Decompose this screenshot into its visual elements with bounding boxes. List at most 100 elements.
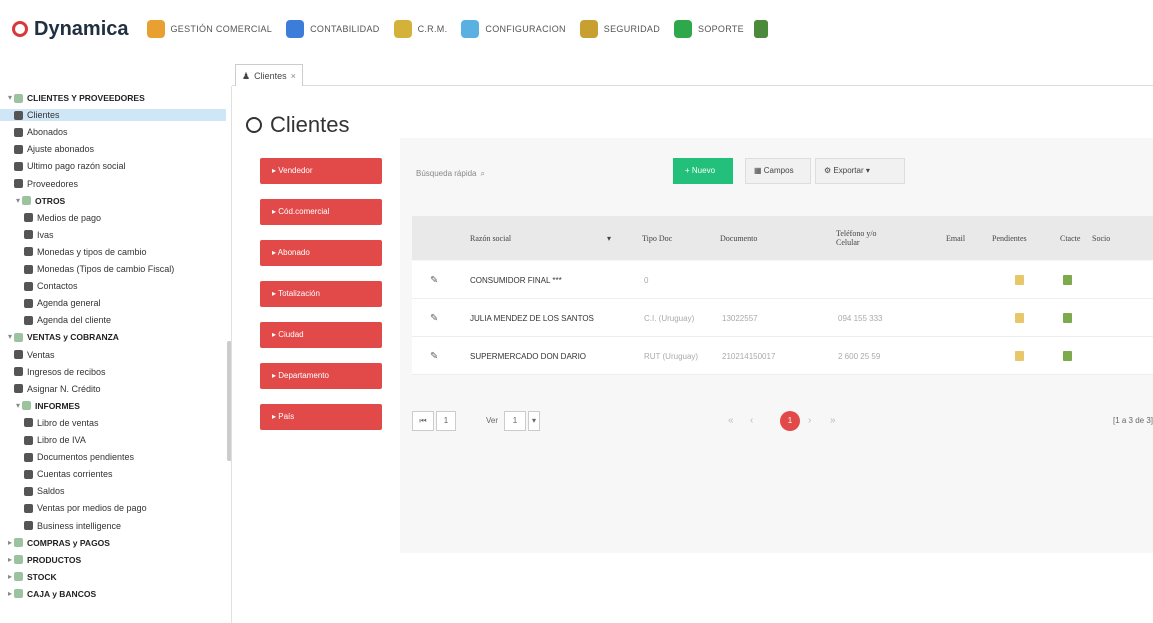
report-icon (24, 435, 33, 445)
column-header[interactable]: Teléfono y/o Celular (836, 216, 896, 260)
filter-button[interactable]: ▸ Departamento (260, 363, 382, 389)
sidebar-item[interactable]: Ultimo pago razón social (0, 160, 126, 172)
sidebar-item[interactable]: Ventas (0, 349, 55, 361)
filter-button[interactable]: ▸ Abonado (260, 240, 382, 266)
folder-icon[interactable] (1015, 313, 1024, 323)
column-header[interactable]: Ctacte (1060, 216, 1080, 260)
sidebar-item[interactable]: Agenda general (0, 297, 101, 309)
expand-caret-icon[interactable]: ▾ (14, 195, 22, 207)
nav-item-0[interactable]: GESTIÓN COMERCIAL (146, 20, 273, 38)
page-size-dropdown[interactable]: ▾ (528, 411, 540, 431)
sidebar-item[interactable]: ▸ CAJA y BANCOS (0, 588, 96, 600)
nav-item-3[interactable]: CONFIGURACION (461, 20, 565, 38)
expand-caret-icon[interactable]: ▸ (6, 554, 14, 566)
nav-item-1[interactable]: CONTABILIDAD (286, 20, 379, 38)
filter-button[interactable]: ▸ Totalización (260, 281, 382, 307)
sidebar-item[interactable]: Abonados (0, 126, 68, 138)
sidebar-item[interactable]: Clientes (0, 109, 226, 122)
edit-icon[interactable]: ✎ (430, 261, 438, 299)
sort-icon[interactable]: ▾ (607, 216, 611, 260)
sidebar-item[interactable]: ▾ VENTAS y COBRANZA (0, 331, 119, 343)
column-header[interactable]: Pendientes (992, 216, 1027, 260)
sidebar-item[interactable]: Ingresos de recibos (0, 366, 106, 378)
tab-clientes[interactable]: ♟ Clientes × (235, 64, 303, 86)
expand-caret-icon[interactable]: ▸ (6, 537, 14, 549)
pager-first-button[interactable]: ⏮ (412, 411, 434, 431)
edit-icon[interactable]: ✎ (430, 299, 438, 337)
sidebar-item[interactable]: Ventas por medios de pago (0, 502, 147, 514)
nav-item-5[interactable]: SOPORTE (674, 20, 744, 38)
brand[interactable]: Dynamica (12, 18, 129, 41)
sidebar-item[interactable]: ▾ OTROS (0, 195, 65, 207)
sidebar-item[interactable]: ▸ COMPRAS y PAGOS (0, 537, 110, 549)
tab-label: Clientes (254, 70, 287, 81)
table-row[interactable]: ✎ SUPERMERCADO DON DARIO RUT (Uruguay) 2102… (412, 337, 1153, 375)
spreadsheet-icon[interactable] (1063, 275, 1072, 285)
sidebar-item[interactable]: Ivas (0, 229, 54, 241)
expand-caret-icon[interactable]: ▾ (6, 92, 14, 104)
sidebar-item[interactable]: ▸ PRODUCTOS (0, 554, 81, 566)
sidebar-item[interactable]: Monedas y tipos de cambio (0, 246, 147, 258)
page-size-select[interactable]: 1 (504, 411, 526, 431)
column-header[interactable]: Razón social (470, 216, 511, 260)
account-cell[interactable] (1063, 299, 1072, 337)
pager-prev-icon[interactable]: ‹ (750, 415, 753, 426)
spreadsheet-icon[interactable] (1063, 313, 1072, 323)
sidebar-item-label: Medios de pago (37, 212, 102, 223)
column-header[interactable]: Tipo Doc (642, 216, 672, 260)
table-row[interactable]: ✎ CONSUMIDOR FINAL *** 0 (412, 261, 1153, 299)
expand-caret-icon[interactable]: ▸ (6, 588, 14, 600)
extra-nav-icon[interactable] (753, 20, 768, 38)
fields-button[interactable]: ▦ Campos (745, 158, 811, 184)
account-cell[interactable] (1063, 337, 1072, 375)
filter-button[interactable]: ▸ País (260, 404, 382, 430)
close-icon[interactable]: × (291, 66, 296, 86)
edit-icon[interactable]: ✎ (430, 337, 438, 375)
filter-button[interactable]: ▸ Ciudad (260, 322, 382, 348)
sidebar-item[interactable]: Libro de IVA (0, 434, 86, 446)
filter-button[interactable]: ▸ Vendedor (260, 158, 382, 184)
sidebar-item[interactable]: Agenda del cliente (0, 314, 111, 326)
pager-next-icon[interactable]: › (808, 415, 811, 426)
column-header[interactable]: Email (946, 216, 965, 260)
column-header[interactable]: Documento (720, 216, 757, 260)
sidebar-item[interactable]: Business intelligence (0, 520, 121, 532)
sidebar-item[interactable]: Ajuste abonados (0, 143, 94, 155)
pager-current-page[interactable]: 1 (780, 411, 800, 431)
table-row[interactable]: ✎ JULIA MENDEZ DE LOS SANTOS C.I. (Uruguay… (412, 299, 1153, 337)
sidebar-item[interactable]: ▾ INFORMES (0, 400, 80, 412)
sidebar-item[interactable]: Asignar N. Crédito (0, 383, 101, 395)
sidebar-item[interactable]: Saldos (0, 485, 65, 497)
folder-icon[interactable] (1015, 275, 1024, 285)
search-input[interactable]: Búsqueda rápida ⌕ (412, 164, 512, 184)
sidebar-item[interactable]: ▸ STOCK (0, 571, 57, 583)
filter-button[interactable]: ▸ Cód.comercial (260, 199, 382, 225)
sidebar-item[interactable]: Cuentas corrientes (0, 468, 113, 480)
pending-docs-cell[interactable] (1015, 299, 1024, 337)
account-cell[interactable] (1063, 261, 1072, 299)
sidebar-item-label: Contactos (37, 281, 78, 292)
sidebar-item[interactable]: Medios de pago (0, 212, 101, 224)
pager-last-icon[interactable]: » (830, 415, 836, 426)
sidebar-item[interactable]: Documentos pendientes (0, 451, 134, 463)
sidebar-item[interactable]: ▾ CLIENTES Y PROVEEDORES (0, 92, 145, 104)
export-button[interactable]: ⚙ Exportar ▾ (815, 158, 905, 184)
sidebar-item[interactable]: Libro de ventas (0, 417, 99, 429)
pager-page-input[interactable]: 1 (436, 411, 456, 431)
pending-docs-cell[interactable] (1015, 261, 1024, 299)
expand-caret-icon[interactable]: ▾ (14, 400, 22, 412)
pending-docs-cell[interactable] (1015, 337, 1024, 375)
new-button[interactable]: + Nuevo (673, 158, 733, 184)
nav-item-4[interactable]: SEGURIDAD (579, 20, 660, 38)
expand-caret-icon[interactable]: ▸ (6, 571, 14, 583)
sidebar-item[interactable]: Monedas (Tipos de cambio Fiscal) (0, 263, 174, 275)
sidebar-item[interactable]: Contactos (0, 280, 78, 292)
nav-item-2[interactable]: C.R.M. (393, 20, 448, 38)
column-header[interactable]: Socio (1092, 216, 1110, 260)
nav-item-label: CONFIGURACION (485, 24, 566, 34)
expand-caret-icon[interactable]: ▾ (6, 331, 14, 343)
spreadsheet-icon[interactable] (1063, 351, 1072, 361)
folder-icon[interactable] (1015, 351, 1024, 361)
sidebar-item[interactable]: Proveedores (0, 178, 78, 190)
pager-first-icon[interactable]: « (728, 415, 734, 426)
